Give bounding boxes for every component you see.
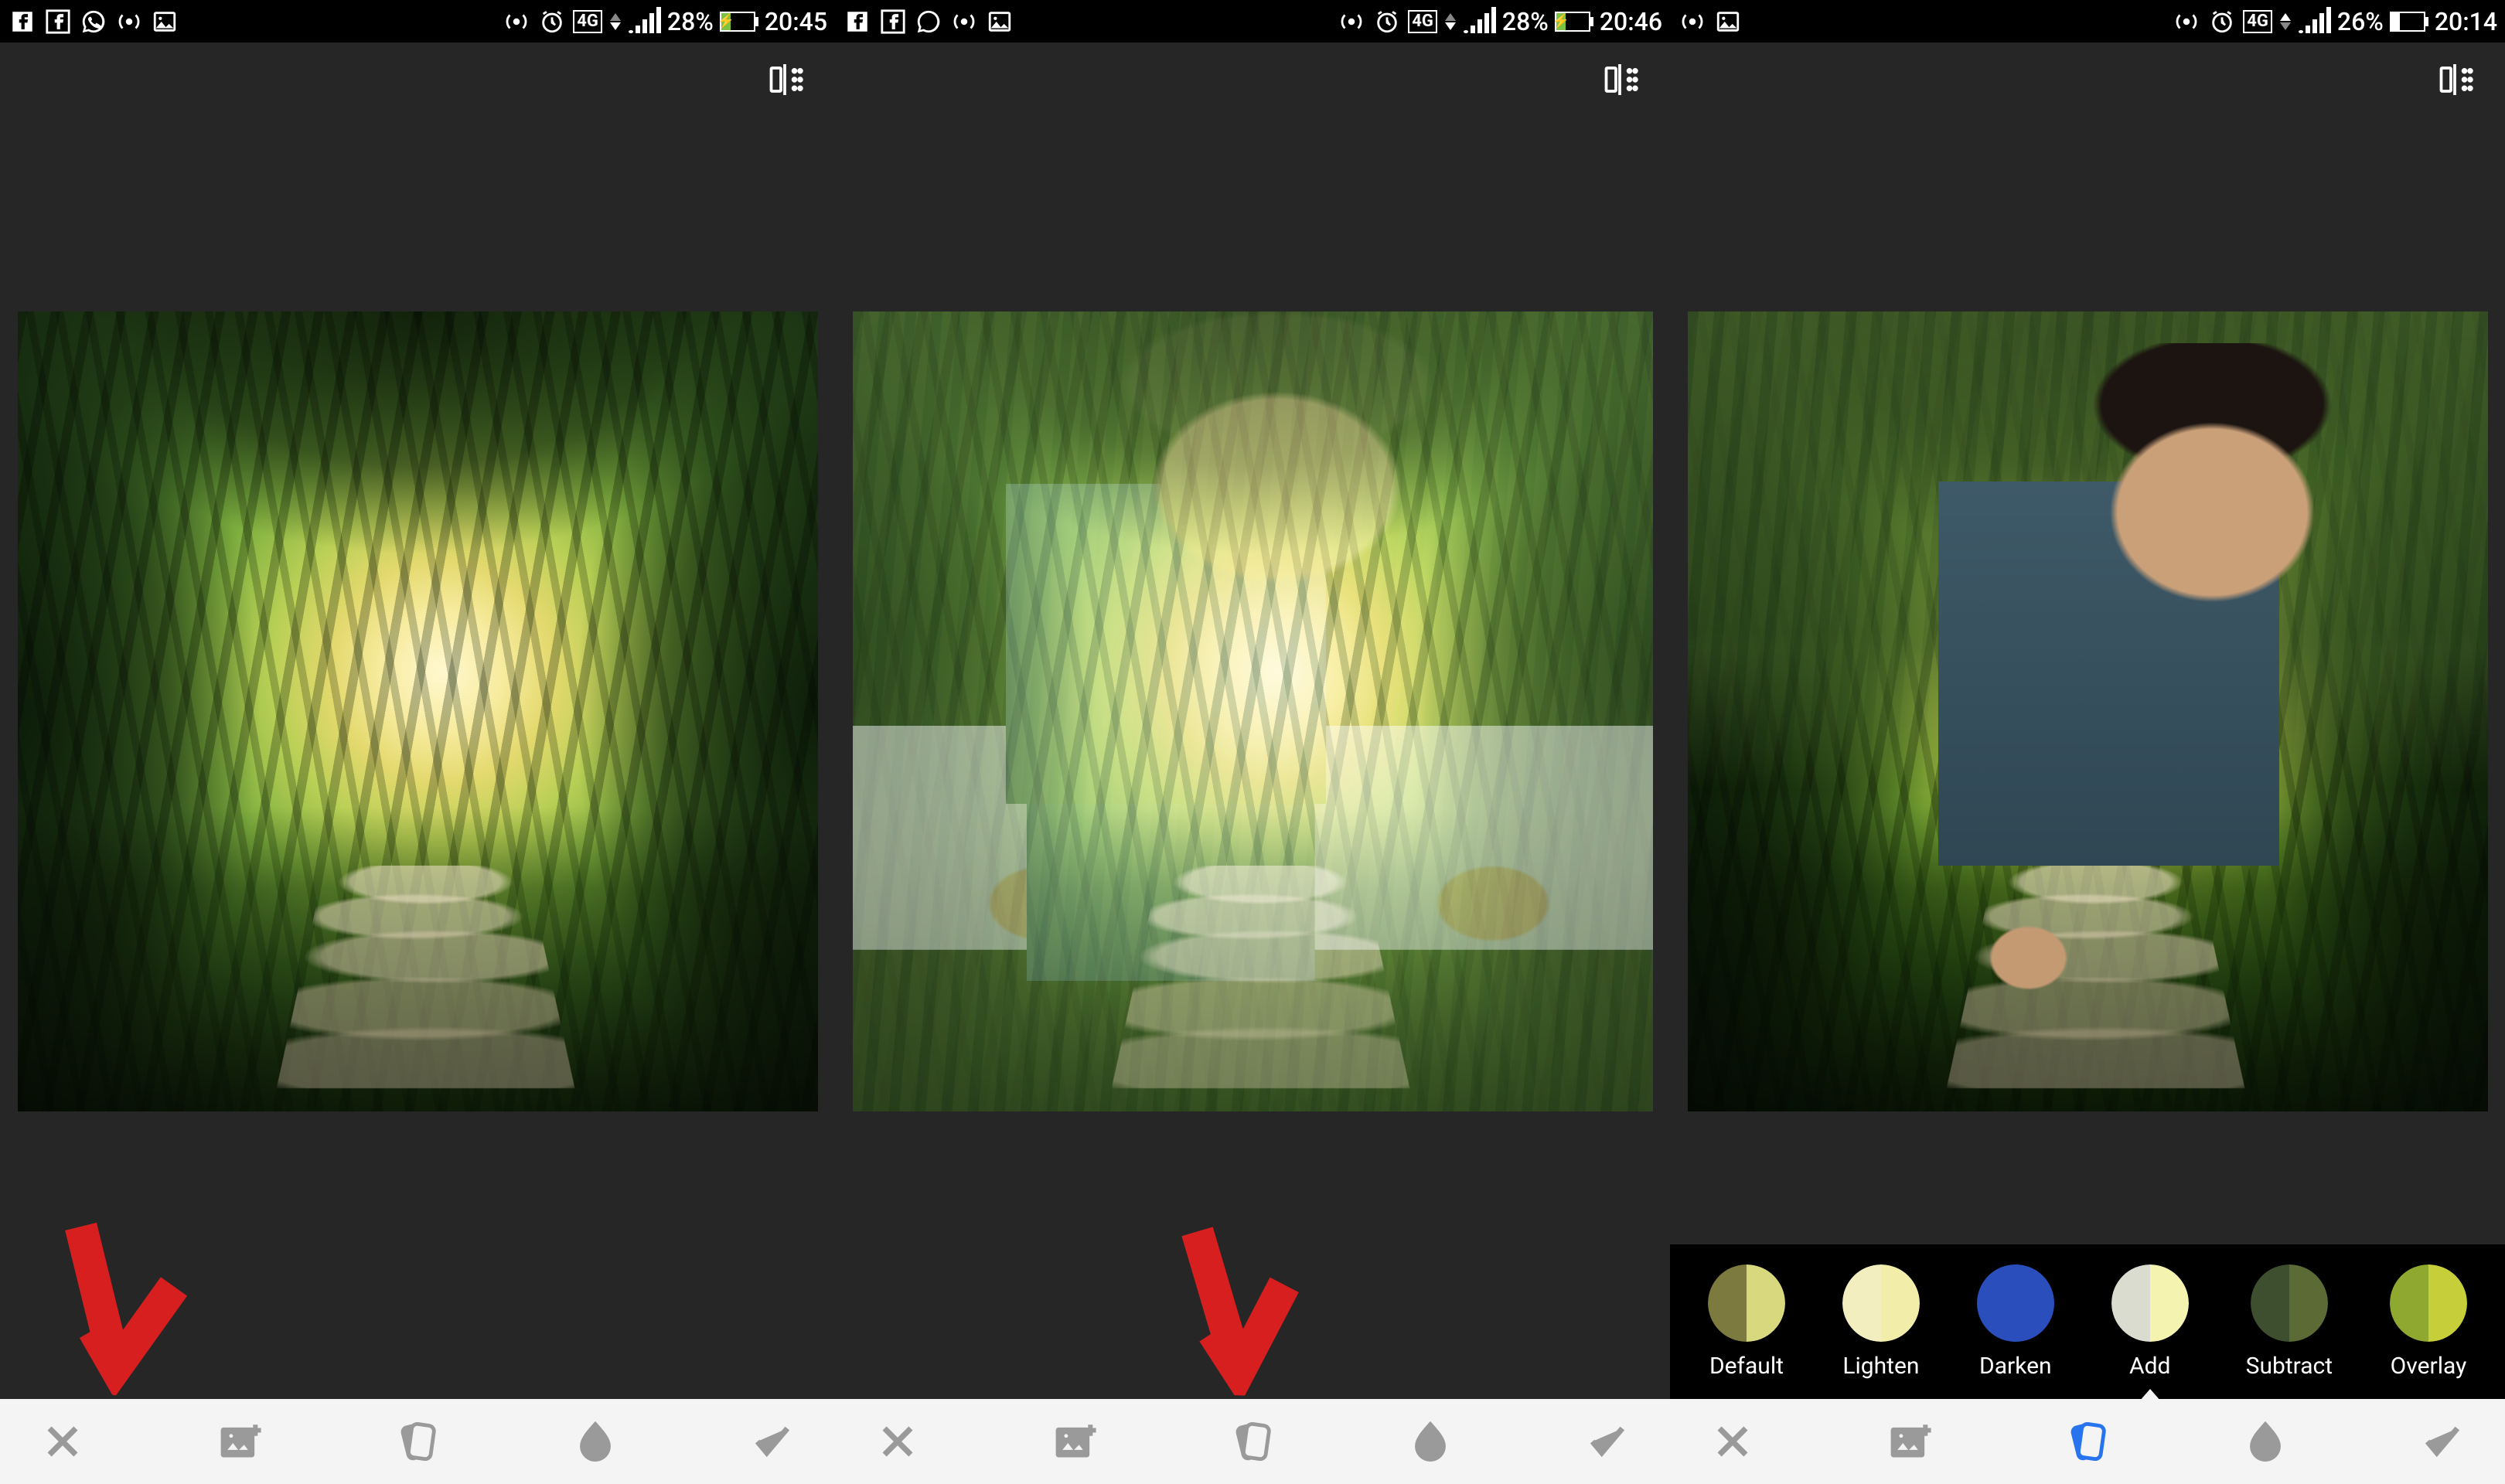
add-image-button[interactable] [1048,1414,1103,1469]
hotspot-icon [1678,7,1707,36]
facebook-icon [878,7,908,36]
screen-2: 4G 28% ⚡ 20:46 [835,0,1670,1484]
battery-icon: ⚡ [1555,12,1593,32]
data-arrows-icon [608,13,622,30]
hotspot-icon [502,7,531,36]
blend-label: Darken [1979,1353,2052,1380]
blend-label: Overlay [2391,1353,2467,1380]
blend-mode-bar: Default Lighten Darken Add Subtract Over… [1670,1244,2505,1399]
blend-label: Add [2129,1353,2170,1380]
alarm-icon [537,7,567,36]
blend-default[interactable]: Default [1708,1264,1785,1380]
blend-lighten[interactable]: Lighten [1842,1264,1920,1380]
opacity-button[interactable] [568,1414,622,1469]
network-4g-badge: 4G [1408,10,1437,33]
clock: 20:46 [1600,7,1662,36]
image-icon [985,7,1014,36]
compare-button[interactable] [2435,60,2474,99]
canvas[interactable] [0,116,835,1399]
bottom-toolbar [835,1399,1670,1484]
styles-button[interactable] [1225,1414,1280,1469]
hotspot-icon [114,7,144,36]
network-4g-badge: 4G [573,10,602,33]
edited-photo[interactable] [1688,311,2488,1111]
cancel-button[interactable] [871,1414,925,1469]
facebook-icon [843,7,872,36]
bottom-toolbar [1670,1399,2505,1484]
add-image-button[interactable] [1883,1414,1938,1469]
signal-icon [629,10,661,33]
bottom-toolbar [0,1399,835,1484]
app-header [835,43,1670,116]
facebook-icon [43,7,73,36]
cancel-button[interactable] [36,1414,90,1469]
data-arrows-icon [1443,13,1457,30]
signal-icon [2299,10,2331,33]
signal-icon [1464,10,1496,33]
clock: 20:45 [765,7,827,36]
compare-button[interactable] [1600,60,1639,99]
battery-percent: 28% [667,7,714,36]
accept-button[interactable] [1580,1414,1634,1469]
compare-button[interactable] [765,60,804,99]
image-icon [150,7,179,36]
blend-overlay[interactable]: Overlay [2390,1264,2467,1380]
battery-icon: ⚡ [720,12,758,32]
add-image-button[interactable] [213,1414,268,1469]
network-4g-badge: 4G [2243,10,2272,33]
battery-icon [2390,12,2428,32]
blend-darken[interactable]: Darken [1977,1264,2054,1380]
battery-percent: 26% [2337,7,2384,36]
styles-button[interactable] [390,1414,445,1469]
edited-photo[interactable] [18,311,818,1111]
facebook-icon [8,7,37,36]
opacity-button[interactable] [2238,1414,2292,1469]
clock: 20:14 [2435,7,2497,36]
blend-add[interactable]: Add [2111,1264,2189,1380]
canvas[interactable] [835,116,1670,1399]
opacity-button[interactable] [1403,1414,1457,1469]
blend-label: Lighten [1842,1353,1919,1380]
styles-button[interactable] [2060,1414,2115,1469]
app-header [0,43,835,116]
alarm-icon [1372,7,1402,36]
screen-1: 4G 28% ⚡ 20:45 [0,0,835,1484]
blend-label: Default [1709,1353,1784,1380]
battery-percent: 28% [1502,7,1549,36]
status-bar: 4G 28% ⚡ 20:45 [0,0,835,43]
hotspot-icon [949,7,979,36]
image-icon [1713,7,1743,36]
whatsapp-icon [914,7,943,36]
blend-subtract[interactable]: Subtract [2246,1264,2333,1380]
whatsapp-icon [79,7,108,36]
hotspot-icon [1337,7,1366,36]
app-header [1670,43,2505,116]
hotspot-icon [2172,7,2201,36]
canvas[interactable] [1670,116,2505,1399]
data-arrows-icon [2278,13,2292,30]
cancel-button[interactable] [1706,1414,1760,1469]
status-bar: 4G 26% 20:14 [1670,0,2505,43]
blend-label: Subtract [2246,1353,2333,1380]
alarm-icon [2207,7,2237,36]
status-bar: 4G 28% ⚡ 20:46 [835,0,1670,43]
edited-photo[interactable] [853,311,1653,1111]
screen-3: 4G 26% 20:14 Default Lighten [1670,0,2505,1484]
accept-button[interactable] [745,1414,799,1469]
accept-button[interactable] [2415,1414,2469,1469]
